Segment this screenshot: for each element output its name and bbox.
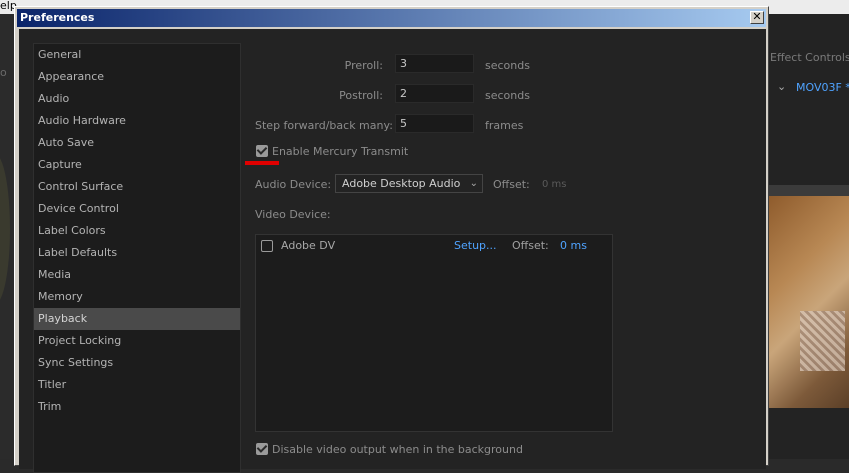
app-left-panel: o xyxy=(0,14,14,459)
category-item-sync-settings[interactable]: Sync Settings xyxy=(34,352,240,374)
mercury-transmit-label[interactable]: Enable Mercury Transmit xyxy=(272,145,408,158)
category-item-general[interactable]: General xyxy=(34,44,240,66)
category-item-label-colors[interactable]: Label Colors xyxy=(34,220,240,242)
postroll-input[interactable]: 2 xyxy=(395,84,474,103)
step-input[interactable]: 5 xyxy=(395,114,474,133)
chevron-down-icon: ⌄ xyxy=(469,178,478,189)
program-monitor-thumbnail xyxy=(768,196,849,408)
preroll-unit: seconds xyxy=(485,59,530,72)
audio-offset-value: 0 ms xyxy=(542,179,567,190)
category-item-label-defaults[interactable]: Label Defaults xyxy=(34,242,240,264)
category-item-memory[interactable]: Memory xyxy=(34,286,240,308)
thumbnail-detail xyxy=(800,311,845,371)
sequence-label[interactable]: MOV03F * xyxy=(796,81,849,94)
preroll-input[interactable]: 3 xyxy=(395,54,474,73)
step-label: Step forward/back many: xyxy=(255,119,393,132)
category-item-trim[interactable]: Trim xyxy=(34,396,240,418)
category-item-auto-save[interactable]: Auto Save xyxy=(34,132,240,154)
audio-offset-label: Offset: xyxy=(493,178,530,191)
category-item-playback[interactable]: Playback xyxy=(34,308,240,330)
category-item-control-surface[interactable]: Control Surface xyxy=(34,176,240,198)
postroll-label: Postroll: xyxy=(339,89,383,102)
category-item-titler[interactable]: Titler xyxy=(34,374,240,396)
annotation-underline xyxy=(245,161,279,165)
dialog-body: General Appearance Audio Audio Hardware Auto… xyxy=(19,29,766,473)
audio-device-dropdown[interactable]: Adobe Desktop Audio ⌄ xyxy=(335,174,483,193)
category-item-capture[interactable]: Capture xyxy=(34,154,240,176)
category-list: General Appearance Audio Audio Hardware Auto… xyxy=(33,43,241,473)
video-offset-label: Offset: xyxy=(512,239,549,252)
video-device-list: Adobe DV Setup... Offset: 0 ms xyxy=(255,234,613,432)
sequence-selector[interactable]: ⌄ MOV03F * xyxy=(768,76,849,100)
preferences-dialog: Preferences ✕ General Appearance Audio Audi… xyxy=(14,6,769,473)
app-left-glow xyxy=(0,154,10,304)
chevron-down-icon[interactable]: ⌄ xyxy=(777,80,786,93)
dialog-title: Preferences xyxy=(20,11,95,24)
disable-background-label[interactable]: Disable video output when in the backgro… xyxy=(272,443,523,456)
dialog-titlebar[interactable]: Preferences ✕ xyxy=(17,9,766,27)
video-device-label: Video Device: xyxy=(255,208,331,221)
close-button[interactable]: ✕ xyxy=(750,11,764,24)
video-offset-value[interactable]: 0 ms xyxy=(560,239,587,252)
preroll-label: Preroll: xyxy=(344,59,383,72)
audio-device-label: Audio Device: xyxy=(255,178,332,191)
app-left-fragment: o xyxy=(0,66,7,79)
category-item-appearance[interactable]: Appearance xyxy=(34,66,240,88)
adobe-dv-checkbox[interactable] xyxy=(261,240,273,252)
video-device-name: Adobe DV xyxy=(281,239,336,252)
step-unit: frames xyxy=(485,119,524,132)
category-item-audio-hardware[interactable]: Audio Hardware xyxy=(34,110,240,132)
postroll-unit: seconds xyxy=(485,89,530,102)
mercury-transmit-checkbox[interactable] xyxy=(256,145,268,157)
audio-device-value: Adobe Desktop Audio xyxy=(342,177,461,190)
effect-controls-tab[interactable]: Effect Controls xyxy=(770,51,849,64)
category-item-media[interactable]: Media xyxy=(34,264,240,286)
category-item-audio[interactable]: Audio xyxy=(34,88,240,110)
category-item-project-locking[interactable]: Project Locking xyxy=(34,330,240,352)
setup-link[interactable]: Setup... xyxy=(454,239,497,252)
disable-background-checkbox[interactable] xyxy=(256,443,268,455)
category-item-device-control[interactable]: Device Control xyxy=(34,198,240,220)
